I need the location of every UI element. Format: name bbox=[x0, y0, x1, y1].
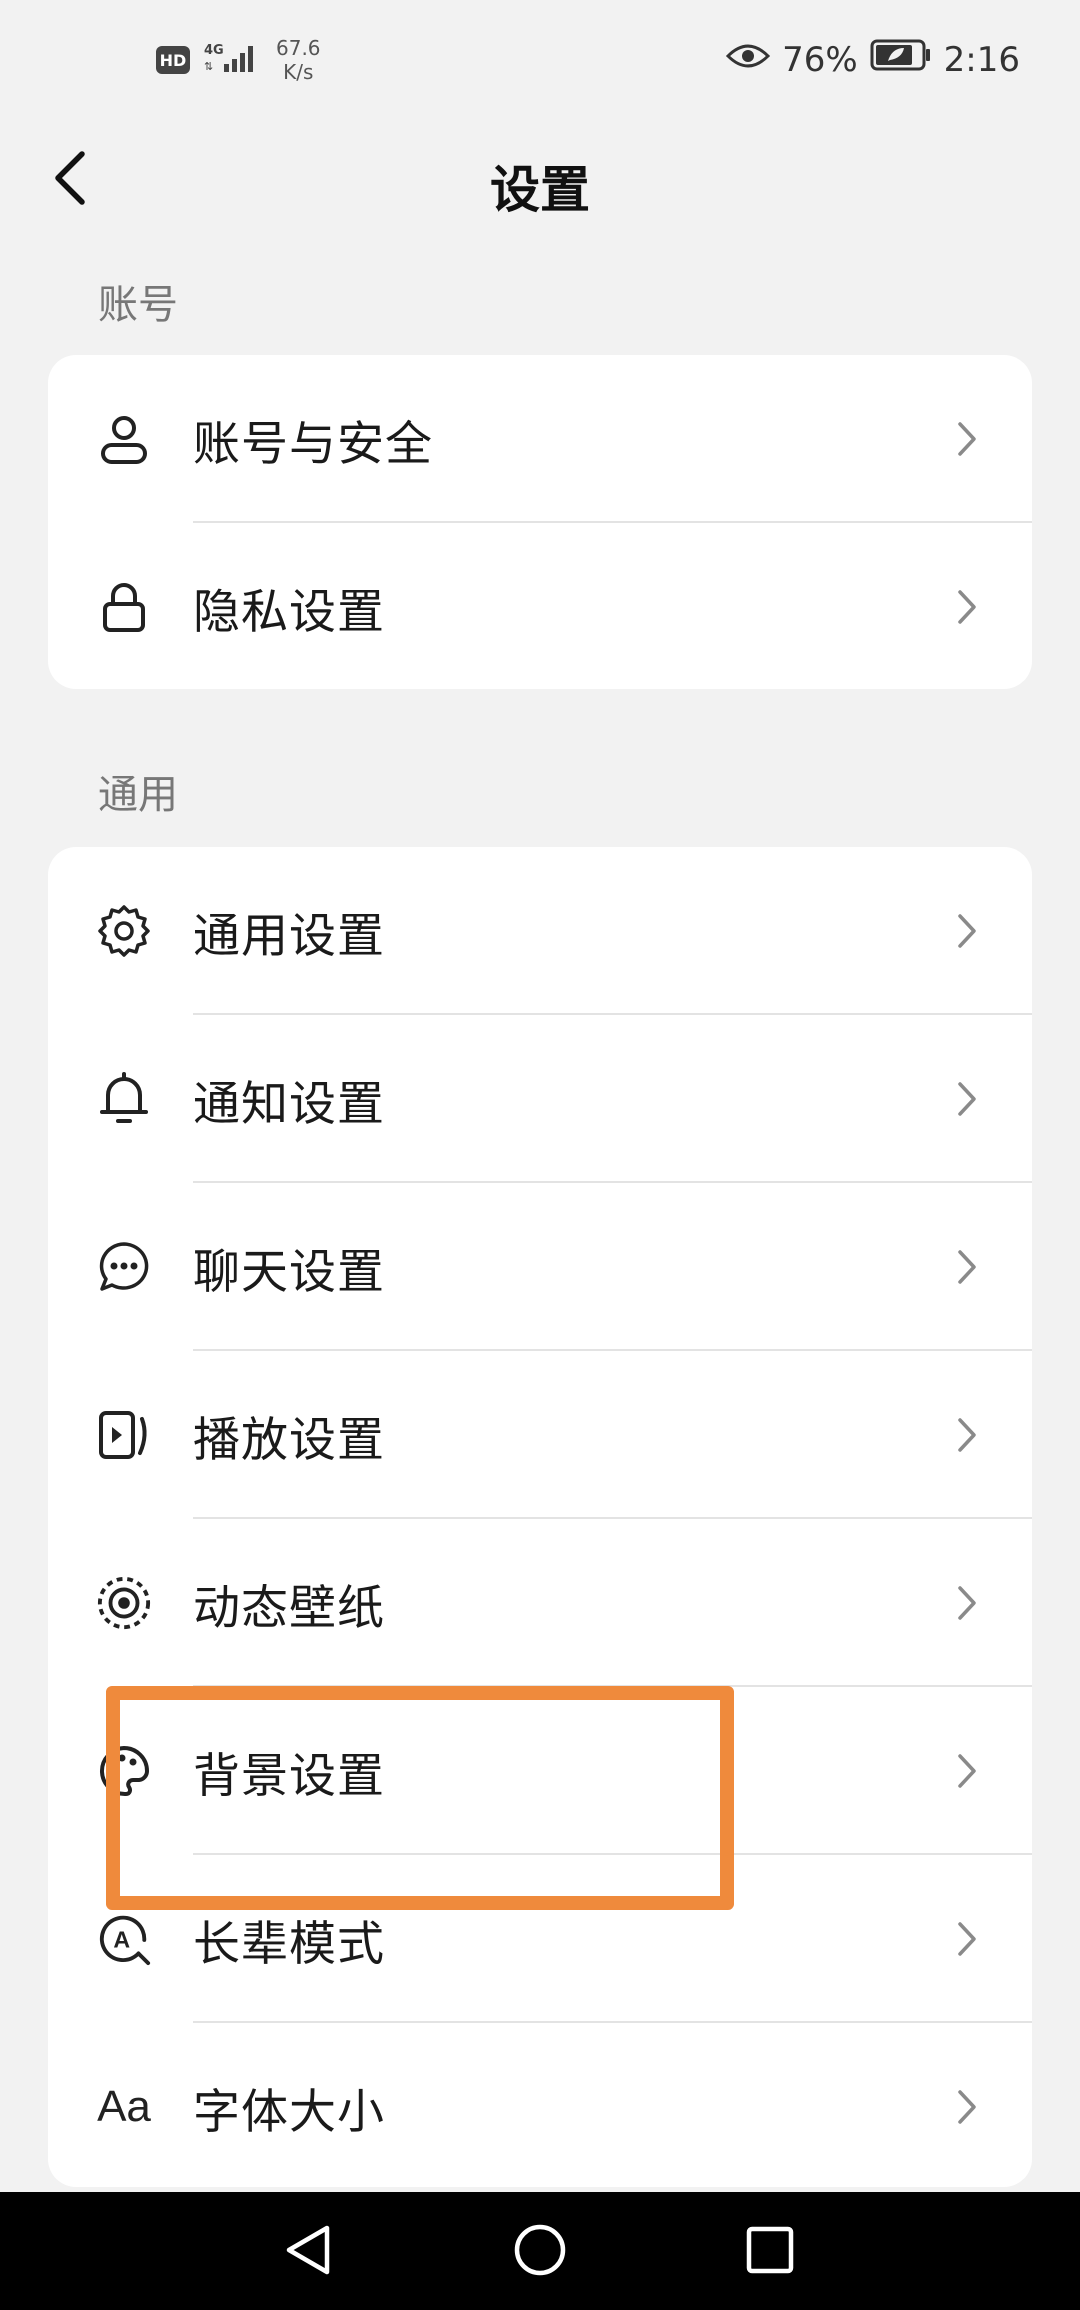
font-size-icon-text: Aa bbox=[97, 2082, 151, 2131]
circle-home-icon bbox=[512, 2222, 568, 2282]
settings-item-notifications[interactable]: 通知设置 bbox=[48, 1015, 1032, 1183]
network-speed-unit: K/s bbox=[283, 60, 314, 84]
svg-text:⇅: ⇅ bbox=[204, 60, 213, 73]
hd-badge: HD bbox=[156, 46, 190, 74]
nav-back-button[interactable] bbox=[276, 2220, 340, 2284]
chevron-right-icon bbox=[954, 419, 980, 459]
status-bar-left: HD 4G ⇅ 67.6 K/s bbox=[156, 36, 321, 84]
clock: 2:16 bbox=[943, 39, 1020, 80]
page-title: 设置 bbox=[490, 161, 590, 219]
signal-icon: 4G ⇅ bbox=[204, 40, 262, 80]
play-icon bbox=[96, 1407, 152, 1463]
header: 设置 bbox=[0, 130, 1080, 230]
chevron-right-icon bbox=[954, 1919, 980, 1959]
battery-percent: 76% bbox=[782, 39, 858, 80]
settings-item-label: 聊天设置 bbox=[193, 1244, 385, 1300]
settings-item-label: 通知设置 bbox=[193, 1076, 385, 1132]
chevron-right-icon bbox=[954, 1079, 980, 1119]
settings-item-label: 长辈模式 bbox=[193, 1916, 385, 1972]
settings-item-label: 播放设置 bbox=[193, 1412, 385, 1468]
live-wallpaper-icon bbox=[96, 1575, 152, 1631]
chevron-right-icon bbox=[954, 1415, 980, 1455]
settings-item-label: 账号与安全 bbox=[193, 416, 433, 472]
section-label-account: 账号 bbox=[98, 282, 178, 328]
status-bar-right: 76% 2:16 bbox=[725, 38, 1020, 81]
eye-comfort-icon bbox=[725, 40, 771, 80]
triangle-back-icon bbox=[281, 2222, 335, 2282]
palette-icon bbox=[96, 1743, 152, 1799]
navigation-bar bbox=[0, 2192, 1080, 2310]
person-icon bbox=[96, 411, 152, 467]
settings-item-label: 通用设置 bbox=[193, 908, 385, 964]
settings-item-live-wallpaper[interactable]: 动态壁纸 bbox=[48, 1519, 1032, 1687]
settings-item-font-size[interactable]: Aa 字体大小 bbox=[48, 2023, 1032, 2187]
chevron-right-icon bbox=[954, 587, 980, 627]
battery-icon bbox=[870, 38, 932, 81]
settings-item-label: 动态壁纸 bbox=[193, 1580, 385, 1636]
account-card: 账号与安全 隐私设置 bbox=[48, 355, 1032, 689]
font-size-icon: Aa bbox=[96, 2079, 152, 2135]
nav-recents-button[interactable] bbox=[738, 2220, 802, 2284]
chevron-right-icon bbox=[954, 1583, 980, 1623]
square-recents-icon bbox=[744, 2224, 796, 2280]
network-speed: 67.6 K/s bbox=[276, 36, 321, 84]
network-speed-value: 67.6 bbox=[276, 36, 321, 60]
section-label-general: 通用 bbox=[98, 772, 178, 818]
chevron-right-icon bbox=[954, 2087, 980, 2127]
gear-icon bbox=[96, 903, 152, 959]
bell-icon bbox=[96, 1071, 152, 1127]
lock-icon bbox=[96, 579, 152, 635]
settings-item-label: 字体大小 bbox=[193, 2084, 385, 2140]
settings-item-label: 背景设置 bbox=[193, 1748, 385, 1804]
settings-item-elder-mode[interactable]: A 长辈模式 bbox=[48, 1855, 1032, 2023]
svg-text:A: A bbox=[113, 1927, 130, 1953]
nav-home-button[interactable] bbox=[508, 2220, 572, 2284]
status-bar: HD 4G ⇅ 67.6 K/s 76% 2:16 bbox=[0, 0, 1080, 120]
settings-item-chat[interactable]: 聊天设置 bbox=[48, 1183, 1032, 1351]
settings-item-background[interactable]: 背景设置 bbox=[48, 1687, 1032, 1855]
chevron-right-icon bbox=[954, 911, 980, 951]
settings-item-account-security[interactable]: 账号与安全 bbox=[48, 355, 1032, 523]
chevron-right-icon bbox=[954, 1247, 980, 1287]
settings-item-general[interactable]: 通用设置 bbox=[48, 847, 1032, 1015]
chevron-right-icon bbox=[954, 1751, 980, 1791]
elder-mode-icon: A bbox=[96, 1911, 152, 1967]
general-card: 通用设置 通知设置 聊天设置 播放设置 动态壁纸 背景设置 A 长辈模式 Aa … bbox=[48, 847, 1032, 2187]
settings-item-privacy[interactable]: 隐私设置 bbox=[48, 523, 1032, 689]
svg-text:4G: 4G bbox=[204, 43, 224, 58]
chat-bubble-icon bbox=[96, 1239, 152, 1295]
settings-item-playback[interactable]: 播放设置 bbox=[48, 1351, 1032, 1519]
settings-item-label: 隐私设置 bbox=[193, 584, 385, 640]
